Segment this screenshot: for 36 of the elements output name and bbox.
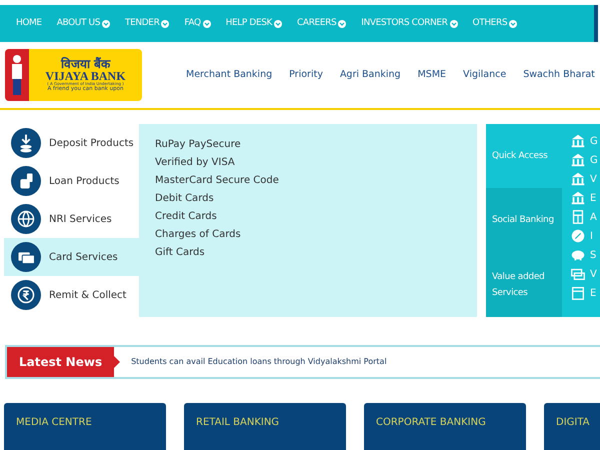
main-nav-link[interactable]: Priority <box>289 68 323 82</box>
person-figure-icon <box>9 53 25 97</box>
submenu-link[interactable]: RuPay PaySecure <box>155 138 241 151</box>
main-nav-link[interactable]: Vigilance <box>463 68 506 82</box>
section-card[interactable]: RETAIL BANKING <box>184 403 346 450</box>
section-card[interactable]: DIGITA <box>544 403 600 450</box>
percent-icon <box>570 228 586 244</box>
main-nav-link[interactable]: Merchant Banking <box>186 68 272 82</box>
news-ticker-text[interactable]: Students can avail Education loans through Vidyalakshmi Portal <box>131 356 387 368</box>
card-icon <box>11 242 41 272</box>
section-card[interactable]: CORPORATE BANKING <box>364 403 526 450</box>
submenu-link[interactable]: Debit Cards <box>155 192 214 205</box>
deposit-icon <box>11 128 41 158</box>
cards-icon <box>570 266 586 282</box>
bank-icon <box>570 190 586 206</box>
section-card[interactable]: MEDIA CENTRE <box>4 403 166 450</box>
label-pointer <box>114 356 120 368</box>
submenu-link[interactable]: MasterCard Secure Code <box>155 174 279 187</box>
submenu-link[interactable]: Charges of Cards <box>155 228 241 241</box>
main-nav-link[interactable]: Swachh Bharat <box>523 68 595 82</box>
category-item[interactable]: Card Services <box>4 238 139 276</box>
calendar-icon <box>570 285 586 301</box>
logo-bank-name: VIJAYA BANK <box>45 70 126 82</box>
globe-icon <box>11 204 41 234</box>
rupee-icon <box>11 280 41 310</box>
bank-icon <box>570 171 586 187</box>
submenu-link[interactable]: Gift Cards <box>155 246 205 259</box>
calculator-icon <box>570 209 586 225</box>
latest-news-label: Latest News <box>7 347 114 377</box>
submenu-link[interactable]: Verified by VISA <box>155 156 235 169</box>
bank-icon <box>570 133 586 149</box>
main-nav-link[interactable]: MSME <box>418 68 446 82</box>
submenu-link[interactable]: Credit Cards <box>155 210 217 223</box>
logo-hindi-text: विजया बैंक <box>60 58 110 70</box>
main-nav-link[interactable]: Agri Banking <box>340 68 401 82</box>
bank-icon <box>570 152 586 168</box>
